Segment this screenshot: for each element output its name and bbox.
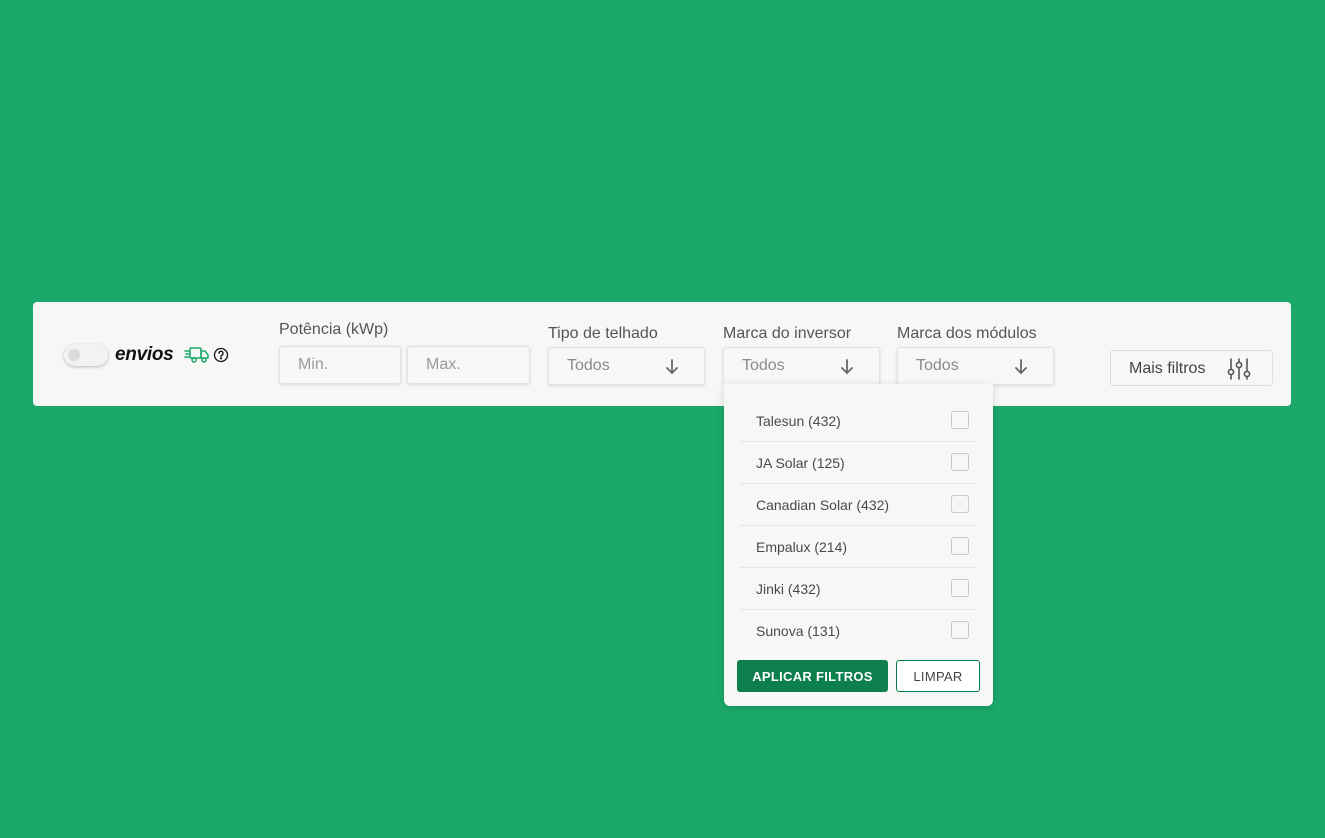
brand-option-checkbox[interactable] [951, 537, 969, 555]
brand-option-label: Talesun (432) [756, 413, 841, 429]
roof-type-label: Tipo de telhado [548, 325, 658, 342]
brand-option-label: Empalux (214) [756, 539, 848, 555]
brand-option[interactable]: Talesun (432) [740, 400, 977, 442]
brand-option[interactable]: JA Solar (125) [740, 442, 977, 484]
brand-option-checkbox[interactable] [951, 579, 969, 597]
clear-filters-button[interactable]: LIMPAR [896, 660, 980, 692]
module-brand-label: Marca dos módulos [897, 325, 1037, 342]
brand-option-label: Canadian Solar (432) [756, 497, 890, 513]
power-label: Potência (kWp) [279, 321, 389, 338]
shipping-label: envios [115, 344, 174, 365]
power-min-input[interactable] [280, 347, 400, 383]
arrow-down-icon [841, 359, 853, 374]
inverter-brand-label: Marca do inversor [723, 325, 852, 342]
module-brand-value: Todos [916, 357, 959, 374]
module-brand-select[interactable]: Todos [897, 347, 1054, 385]
filter-bar: envios Potência (kWp) Tipo de telhado To… [33, 302, 1291, 406]
inverter-brand-value: Todos [742, 357, 785, 374]
roof-type-value: Todos [567, 357, 610, 374]
brand-option-checkbox[interactable] [951, 411, 969, 429]
brand-option-label: Sunova (131) [756, 623, 841, 639]
roof-type-select[interactable]: Todos [548, 347, 705, 385]
brand-option-label: Jinki (432) [756, 581, 821, 597]
inverter-brand-dropdown: Talesun (432) JA Solar (125) Canadian So… [724, 384, 993, 706]
arrow-down-icon [1015, 359, 1027, 374]
more-filters-label: Mais filtros [1129, 360, 1206, 377]
inverter-brand-select[interactable]: Todos [723, 347, 880, 385]
brand-option[interactable]: Jinki (432) [740, 568, 977, 610]
truck-icon [184, 347, 209, 363]
power-max-input[interactable] [408, 347, 529, 383]
brand-option[interactable]: Sunova (131) [740, 610, 977, 651]
arrow-down-icon [666, 359, 678, 374]
help-icon[interactable] [213, 347, 229, 363]
brand-option-checkbox[interactable] [951, 621, 969, 639]
toggle-knob [68, 349, 80, 361]
brand-option-list: Talesun (432) JA Solar (125) Canadian So… [740, 400, 977, 651]
brand-option-label: JA Solar (125) [756, 455, 845, 471]
brand-option-checkbox[interactable] [951, 453, 969, 471]
power-min-field[interactable] [279, 346, 401, 384]
brand-option[interactable]: Canadian Solar (432) [740, 484, 977, 526]
sliders-icon [1227, 358, 1251, 380]
brand-option[interactable]: Empalux (214) [740, 526, 977, 568]
power-max-field[interactable] [407, 346, 530, 384]
apply-filters-button[interactable]: APLICAR FILTROS [737, 660, 888, 692]
more-filters-button[interactable]: Mais filtros [1110, 350, 1273, 386]
brand-option-checkbox[interactable] [951, 495, 969, 513]
shipping-toggle[interactable] [64, 344, 108, 366]
